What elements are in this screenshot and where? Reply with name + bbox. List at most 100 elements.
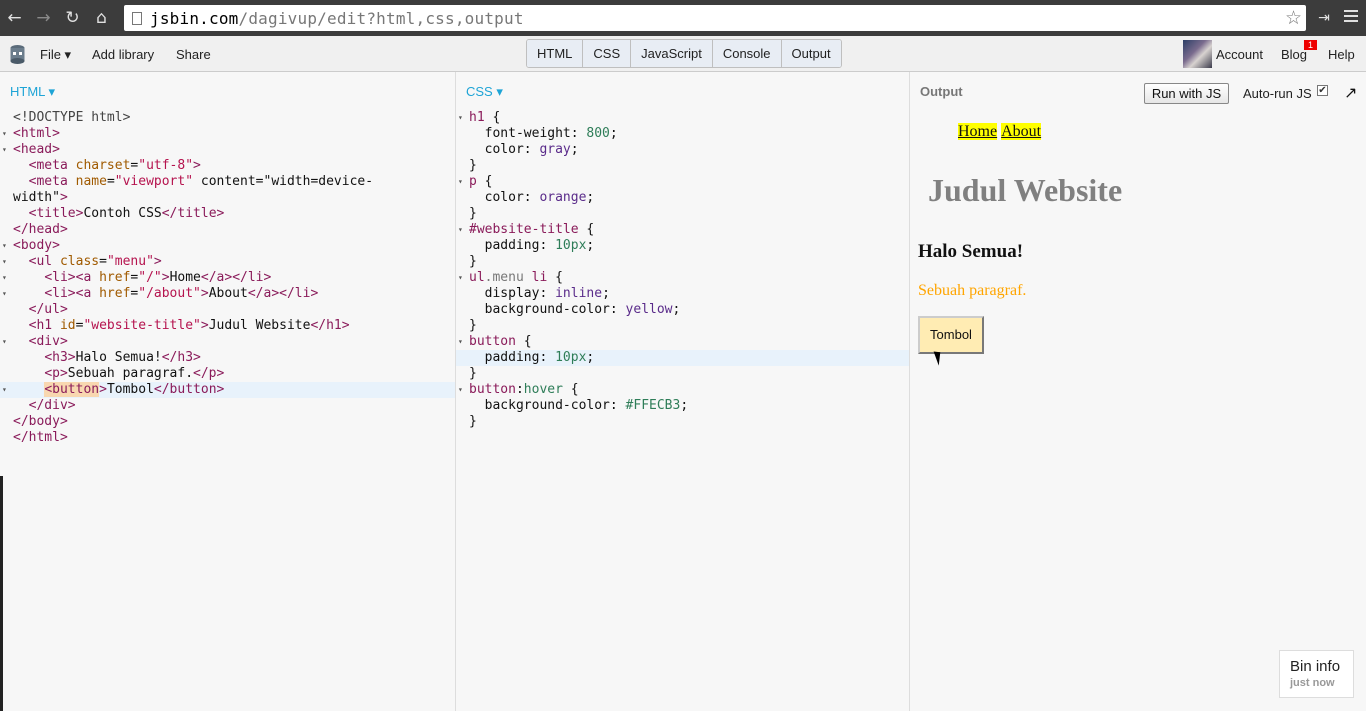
fold-arrow-icon[interactable]: ▾ [2,382,7,398]
code-line[interactable]: ▾ <li><a href="/">Home</a></li> [0,270,455,286]
jsbin-logo-icon[interactable] [9,44,26,64]
run-with-js-button[interactable]: Run with JS [1144,83,1229,104]
tab-output[interactable]: Output [781,40,841,67]
code-text: background-color: #FFECB3; [484,398,689,413]
code-text: padding: 10px; [484,238,595,253]
code-line[interactable]: ▾ <li><a href="/about">About</a></li> [0,286,455,302]
code-text: } [469,414,477,429]
code-line[interactable]: display: inline; [456,286,909,302]
code-line[interactable]: <p>Sebuah paragraf.</p> [0,366,455,382]
browser-menu-icon[interactable] [1344,10,1358,25]
code-line[interactable]: </ul> [0,302,455,318]
code-line[interactable]: background-color: #FFECB3; [456,398,909,414]
code-line[interactable]: ▾ <ul class="menu"> [0,254,455,270]
code-line[interactable]: </head> [0,222,455,238]
code-line[interactable]: color: orange; [456,190,909,206]
code-text: </div> [28,398,76,413]
fold-arrow-icon[interactable]: ▾ [2,270,7,286]
code-line[interactable]: <meta charset="utf-8"> [0,158,455,174]
code-line[interactable]: } [456,366,909,382]
home-icon[interactable]: ⌂ [87,0,116,36]
popout-icon[interactable]: ↗ [1344,83,1357,102]
share-button[interactable]: Share [176,47,211,62]
code-line[interactable]: <h3>Halo Semua!</h3> [0,350,455,366]
bin-info-box[interactable]: Bin info just now [1279,650,1354,698]
html-editor[interactable]: <!DOCTYPE html> ▾ <html> ▾ <head> <meta char… [0,110,455,446]
code-line[interactable]: background-color: yellow; [456,302,909,318]
code-line[interactable]: </body> [0,414,455,430]
code-text: </head> [13,222,68,237]
fold-arrow-icon[interactable]: ▾ [2,286,7,302]
code-line[interactable]: padding: 10px; [456,238,909,254]
code-line[interactable]: <title>Contoh CSS</title> [0,206,455,222]
fold-arrow-icon[interactable]: ▾ [458,270,463,286]
tab-css[interactable]: CSS [583,40,632,67]
bookmark-star-icon[interactable]: ☆ [1285,7,1302,29]
back-icon[interactable]: ← [0,0,29,36]
code-line[interactable]: ▾ <div> [0,334,455,350]
code-line[interactable]: padding: 10px; [456,350,909,366]
tab-html[interactable]: HTML [527,40,584,67]
code-line[interactable]: color: gray; [456,142,909,158]
code-line[interactable]: ▾ p { [456,174,909,190]
nav-link-home[interactable]: Home [958,123,998,140]
code-line[interactable]: <h1 id="website-title">Judul Website</h1… [0,318,455,334]
account-link[interactable]: Account [1216,47,1263,62]
fold-arrow-icon[interactable]: ▾ [458,334,463,350]
tab-javascript[interactable]: JavaScript [631,40,713,67]
fold-arrow-icon[interactable]: ▾ [2,142,7,158]
code-text: <html> [13,126,60,141]
jsbin-toolbar: File ▾ Add library Share HTML CSS JavaSc… [0,36,1366,72]
code-line[interactable]: ▾ <head> [0,142,455,158]
panel-tabs: HTML CSS JavaScript Console Output [526,39,842,68]
url-text[interactable]: jsbin.com/dagivup/edit?html,css,output [150,9,524,28]
code-line[interactable]: ▾ <html> [0,126,455,142]
output-button[interactable]: Tombol [918,316,984,354]
code-text: <ul class="menu"> [28,254,162,269]
autorun-checkbox[interactable]: ✔ [1317,85,1328,96]
code-line[interactable]: } [456,414,909,430]
code-line[interactable]: ▾ h1 { [456,110,909,126]
code-line[interactable]: } [456,206,909,222]
css-panel-label[interactable]: CSS ▾ [466,84,503,100]
extension-icon[interactable]: ⇥ [1316,0,1332,36]
fold-arrow-icon[interactable]: ▾ [458,382,463,398]
fold-arrow-icon[interactable]: ▾ [2,334,7,350]
code-text: #website-title { [469,222,595,237]
nav-link-about[interactable]: About [1001,123,1042,140]
code-line[interactable]: } [456,254,909,270]
file-menu[interactable]: File ▾ [40,47,71,63]
code-line[interactable]: </div> [0,398,455,414]
reload-icon[interactable]: ↻ [58,0,87,36]
fold-arrow-icon[interactable]: ▾ [2,238,7,254]
code-line[interactable]: ▾ button { [456,334,909,350]
fold-arrow-icon[interactable]: ▾ [458,222,463,238]
tab-console[interactable]: Console [712,40,782,67]
address-bar[interactable]: jsbin.com/dagivup/edit?html,css,output ☆ [124,5,1306,31]
add-library-button[interactable]: Add library [92,47,154,62]
fold-arrow-icon[interactable]: ▾ [458,174,463,190]
code-line[interactable]: ▾ #website-title { [456,222,909,238]
code-text: <p>Sebuah paragraf.</p> [44,366,225,381]
code-text: </ul> [28,302,68,317]
css-editor[interactable]: ▾ h1 { font-weight: 800; color: gray;} ▾ p … [456,110,909,430]
code-line[interactable]: ▾ button:hover { [456,382,909,398]
code-line[interactable]: <!DOCTYPE html> [0,110,455,126]
code-line[interactable]: } [456,158,909,174]
code-line[interactable]: ▾ <body> [0,238,455,254]
help-link[interactable]: Help [1328,47,1355,62]
avatar[interactable] [1183,40,1212,68]
code-line[interactable]: width"> [0,190,455,206]
code-line[interactable]: </html> [0,430,455,446]
code-line[interactable]: ▾ ul.menu li { [456,270,909,286]
html-panel-label[interactable]: HTML ▾ [10,84,55,100]
fold-arrow-icon[interactable]: ▾ [2,254,7,270]
code-line[interactable]: font-weight: 800; [456,126,909,142]
code-line[interactable]: } [456,318,909,334]
forward-icon[interactable]: → [29,0,58,36]
fold-arrow-icon[interactable]: ▾ [2,126,7,142]
code-text: padding: 10px; [484,350,595,365]
fold-arrow-icon[interactable]: ▾ [458,110,463,126]
code-line[interactable]: ▾ <button>Tombol</button> [0,382,455,398]
code-line[interactable]: <meta name="viewport" content="width=dev… [0,174,455,190]
